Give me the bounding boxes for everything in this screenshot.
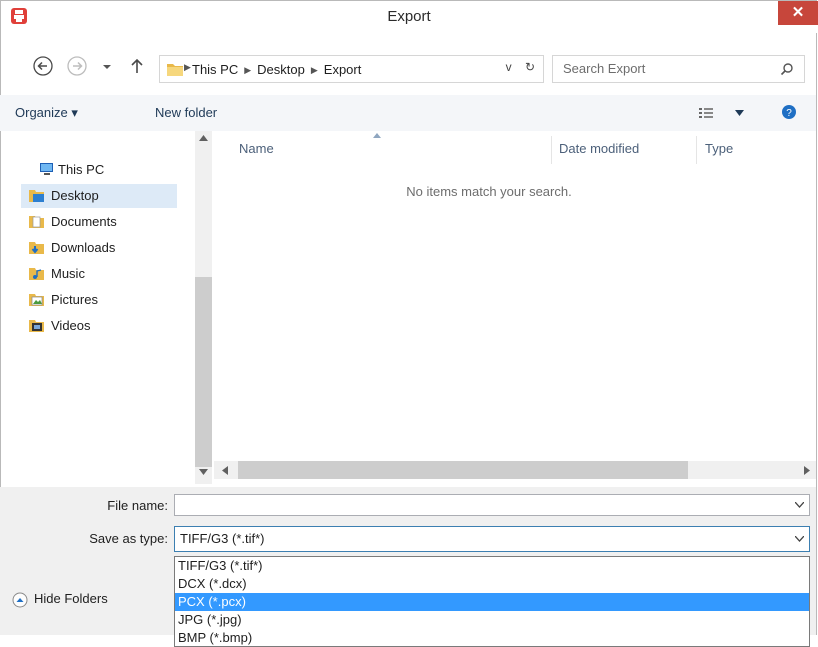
pictures-folder-icon [29, 294, 44, 306]
breadcrumb-separator-icon: ▶ [184, 62, 191, 72]
breadcrumb-export[interactable]: Export [324, 62, 362, 77]
horizontal-scrollbar[interactable] [214, 461, 816, 479]
type-option-jpg[interactable]: JPG (*.jpg) [175, 611, 809, 629]
documents-folder-icon [29, 216, 44, 228]
window-title: Export [387, 8, 431, 25]
type-option-bmp[interactable]: BMP (*.bmp) [175, 629, 809, 647]
file-name-field[interactable] [174, 494, 810, 516]
tree-item-this-pc[interactable]: This PC [36, 158, 198, 182]
column-header-type[interactable]: Type [705, 141, 733, 156]
forward-arrow-icon[interactable] [66, 55, 88, 77]
breadcrumb-separator-icon: ▶ [310, 65, 318, 75]
type-option-tiff[interactable]: TIFF/G3 (*.tif*) [175, 557, 809, 575]
tree-item-desktop[interactable]: Desktop [21, 184, 177, 208]
chevron-down-icon[interactable] [795, 502, 804, 508]
empty-message: No items match your search. [406, 184, 572, 199]
back-arrow-icon[interactable] [32, 55, 54, 77]
new-folder-button[interactable]: New folder [155, 105, 217, 120]
tree-item-label: Music [51, 266, 85, 281]
sort-ascending-icon [373, 133, 381, 138]
up-arrow-icon[interactable] [129, 55, 145, 77]
chevron-down-icon[interactable] [795, 536, 804, 542]
save-as-type-select[interactable]: TIFF/G3 (*.tif*) [174, 526, 810, 552]
address-dropdown-icon[interactable]: v [506, 60, 512, 74]
nav-vertical-scrollbar[interactable] [195, 131, 212, 484]
computer-icon [40, 163, 53, 175]
scrollbar-thumb[interactable] [195, 277, 212, 467]
music-folder-icon [29, 268, 44, 280]
search-icon[interactable] [780, 62, 794, 76]
command-bar: Organize ▾ New folder ? [0, 95, 816, 131]
scroll-down-icon[interactable] [199, 469, 208, 475]
downloads-folder-icon [29, 242, 44, 254]
search-box[interactable] [552, 55, 805, 83]
scrollbar-thumb[interactable] [238, 461, 688, 479]
column-header-date-modified[interactable]: Date modified [559, 141, 639, 156]
breadcrumb-desktop[interactable]: Desktop [257, 62, 305, 77]
search-input[interactable] [563, 61, 763, 76]
address-row: ▶ This PC ▶ Desktop ▶ Export v ↻ [0, 55, 816, 85]
tree-item-downloads[interactable]: Downloads [21, 236, 191, 260]
address-controls: v ↻ [506, 60, 535, 74]
videos-folder-icon [29, 320, 44, 332]
collapse-up-icon[interactable] [12, 592, 28, 608]
breadcrumb: This PC ▶ Desktop ▶ Export [192, 62, 361, 77]
title-bar: Export ✕ [1, 1, 818, 33]
tree-item-label: Pictures [51, 292, 98, 307]
tree-item-label: This PC [58, 162, 105, 177]
scroll-up-icon[interactable] [199, 135, 208, 141]
tree-item-label: Desktop [51, 188, 99, 203]
close-button[interactable]: ✕ [778, 1, 818, 25]
tree-item-videos[interactable]: Videos [21, 314, 191, 338]
save-as-type-value: TIFF/G3 (*.tif*) [180, 531, 265, 546]
tree-item-pictures[interactable]: Pictures [21, 288, 191, 312]
column-divider[interactable] [696, 136, 697, 164]
tree-item-label: Documents [51, 214, 117, 229]
recent-locations-chevron-icon[interactable] [100, 55, 114, 77]
tree-item-documents[interactable]: Documents [21, 210, 191, 234]
column-header-name[interactable]: Name [239, 141, 274, 156]
tree-item-label: Downloads [51, 240, 116, 255]
svg-text:?: ? [786, 108, 792, 119]
type-option-pcx[interactable]: PCX (*.pcx) [175, 593, 809, 611]
save-as-type-dropdown-list: TIFF/G3 (*.tif*) DCX (*.dcx) PCX (*.pcx)… [174, 556, 810, 647]
folder-icon [167, 64, 183, 76]
save-as-type-label: Save as type: [89, 531, 168, 546]
breadcrumb-separator-icon: ▶ [244, 65, 252, 75]
file-list: Name Date modified Type No items match y… [214, 131, 816, 487]
file-name-label: File name: [107, 498, 168, 513]
view-options-icon[interactable] [699, 107, 713, 119]
help-icon[interactable]: ? [781, 104, 797, 120]
tree-item-label: Videos [51, 318, 91, 333]
organize-button[interactable]: Organize ▾ [15, 105, 78, 121]
breadcrumb-this-pc[interactable]: This PC [192, 62, 238, 77]
chevron-down-icon[interactable] [735, 110, 744, 116]
desktop-folder-icon [29, 190, 44, 202]
hide-folders-button[interactable]: Hide Folders [34, 591, 108, 606]
scroll-right-icon[interactable] [804, 466, 810, 475]
scroll-left-icon[interactable] [222, 466, 228, 475]
tree-item-music[interactable]: Music [21, 262, 191, 286]
address-bar[interactable]: ▶ This PC ▶ Desktop ▶ Export v ↻ [159, 55, 544, 83]
column-divider[interactable] [551, 136, 552, 164]
navigation-pane: This PC Desktop Documents Downloads Musi… [0, 131, 214, 487]
refresh-icon[interactable]: ↻ [525, 60, 535, 74]
type-option-dcx[interactable]: DCX (*.dcx) [175, 575, 809, 593]
